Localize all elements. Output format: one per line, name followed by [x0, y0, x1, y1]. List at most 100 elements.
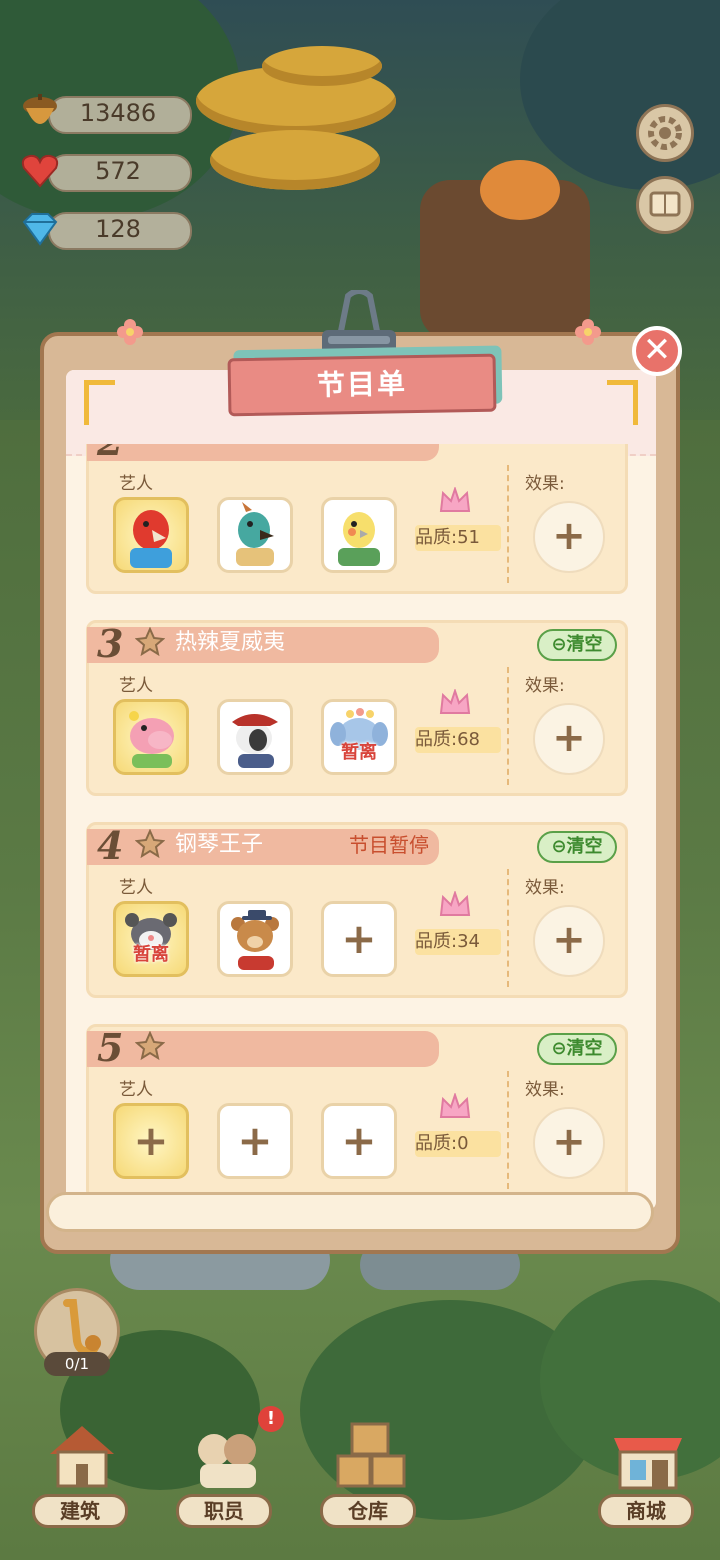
- quality-value: 品质:68: [415, 727, 501, 753]
- star-icon: [135, 627, 165, 657]
- away-tag: 暂离: [133, 944, 169, 965]
- add-effect-icon: +: [552, 917, 586, 963]
- crown-icon: [439, 1093, 471, 1118]
- program-number: 5: [97, 1025, 124, 1070]
- program-card-2: 2 艺人 效果:: [86, 444, 628, 594]
- effect-slot[interactable]: +: [533, 703, 605, 775]
- artist-slot[interactable]: 暂离: [321, 699, 397, 775]
- hat-sheep-icon: [232, 714, 278, 768]
- nav-build[interactable]: 建筑: [32, 1416, 132, 1528]
- artist-slot[interactable]: [113, 699, 189, 775]
- artist-label: 艺人: [119, 1080, 153, 1100]
- effect-slot[interactable]: +: [533, 1107, 605, 1179]
- flower-icon: [117, 319, 143, 345]
- crown-icon: [439, 487, 471, 512]
- effect-label: 效果:: [525, 878, 565, 898]
- close-icon: ✕: [642, 330, 672, 370]
- program-name-bar: [87, 444, 439, 461]
- star-icon: [135, 829, 165, 859]
- red-parrot-icon: [130, 510, 172, 568]
- bear-sax-icon: [231, 910, 279, 970]
- effect-label: 效果:: [525, 474, 565, 494]
- house-icon: [50, 1426, 114, 1488]
- program-paused-label: 节目暂停: [349, 833, 429, 857]
- acorn-count: 13486: [79, 99, 157, 127]
- resource-diamond: 128: [20, 206, 192, 252]
- clear-button[interactable]: ⊖清空: [537, 1033, 617, 1065]
- program-number: 4: [97, 823, 124, 868]
- add-effect-icon: +: [552, 1119, 586, 1165]
- resource-acorn: 13486: [20, 90, 192, 136]
- artist-slot-empty[interactable]: +: [321, 1103, 397, 1179]
- teal-bird-icon: [236, 502, 274, 566]
- heart-count: 572: [95, 157, 141, 185]
- settings-gear-icon: [648, 116, 682, 150]
- nav-shop-label: 商城: [598, 1494, 694, 1528]
- nav-staff-label: 职员: [176, 1494, 272, 1528]
- add-effect-icon: +: [552, 513, 586, 559]
- scroll-roll: [46, 1192, 654, 1232]
- artist-label: 艺人: [119, 878, 153, 898]
- program-number: 3: [97, 621, 124, 666]
- artist-slot[interactable]: [217, 497, 293, 573]
- add-artist-icon: +: [237, 1116, 273, 1165]
- artist-slot[interactable]: [321, 497, 397, 573]
- book-button[interactable]: [636, 176, 694, 234]
- nav-build-label: 建筑: [32, 1494, 128, 1528]
- artist-slot-empty[interactable]: +: [113, 1103, 189, 1179]
- add-artist-icon: +: [341, 1116, 377, 1165]
- effect-slot[interactable]: +: [533, 905, 605, 977]
- add-artist-icon: +: [341, 914, 377, 963]
- star-icon: [135, 1031, 165, 1061]
- program-card-3: 3 热辣夏威夷 ⊖清空 艺人 效果: 暂离 品质:68 +: [86, 620, 628, 796]
- crates-icon: [336, 1422, 406, 1488]
- nav-warehouse-label: 仓库: [320, 1494, 416, 1528]
- crown-icon: [439, 891, 471, 916]
- resource-heart: 572: [20, 148, 192, 194]
- quality-value: 品质:34: [415, 929, 501, 955]
- artist-slot[interactable]: [113, 497, 189, 573]
- cockatiel-icon: [338, 512, 380, 566]
- clear-button[interactable]: ⊖清空: [537, 629, 617, 661]
- artist-slot[interactable]: 暂离: [113, 901, 189, 977]
- program-number: 2: [97, 444, 123, 464]
- nav-warehouse[interactable]: 仓库: [320, 1416, 420, 1528]
- artist-slot-empty[interactable]: +: [321, 901, 397, 977]
- diamond-count: 128: [95, 215, 141, 243]
- shop-icon: [614, 1438, 682, 1490]
- book-icon: [649, 191, 681, 217]
- nav-shop[interactable]: 商城: [598, 1416, 698, 1528]
- add-artist-icon: +: [133, 1116, 169, 1165]
- clear-button[interactable]: ⊖清空: [537, 831, 617, 863]
- flower-icon: [575, 319, 601, 345]
- saxophone-count: 0/1: [44, 1352, 110, 1376]
- effect-label: 效果:: [525, 676, 565, 696]
- heart-icon: [21, 154, 59, 188]
- artist-slot[interactable]: [217, 901, 293, 977]
- artist-label: 艺人: [119, 474, 153, 494]
- program-name: 钢琴王子: [175, 832, 264, 857]
- program-list[interactable]: 2 艺人 效果:: [86, 444, 628, 1192]
- program-card-4: 4 钢琴王子 节目暂停 ⊖清空 艺人 效果: 暂离 + 品质:34 +: [86, 822, 628, 998]
- pink-hippo-icon: [129, 711, 174, 768]
- program-name: 热辣夏威夷: [175, 630, 286, 655]
- notification-badge: !: [258, 1406, 284, 1432]
- diamond-icon: [22, 213, 58, 246]
- artist-slot-empty[interactable]: +: [217, 1103, 293, 1179]
- effect-slot[interactable]: +: [533, 501, 605, 573]
- settings-button[interactable]: [636, 104, 694, 162]
- quality-value: 品质:0: [415, 1131, 501, 1157]
- crown-icon: [439, 689, 471, 714]
- program-card-5: 5 ⊖清空 艺人 效果: + + + 品质:0 +: [86, 1024, 628, 1192]
- away-tag: 暂离: [341, 742, 377, 763]
- modal-title-banner: 节目单: [227, 353, 497, 417]
- add-effect-icon: +: [552, 715, 586, 761]
- artist-label: 艺人: [119, 676, 153, 696]
- acorn-icon: [23, 94, 57, 124]
- modal-title: 节目单: [316, 367, 408, 402]
- nav-staff[interactable]: 职员: [176, 1416, 276, 1528]
- artist-slot[interactable]: [217, 699, 293, 775]
- staff-icon: [198, 1434, 256, 1488]
- effect-label: 效果:: [525, 1080, 565, 1100]
- close-button[interactable]: ✕: [632, 326, 682, 376]
